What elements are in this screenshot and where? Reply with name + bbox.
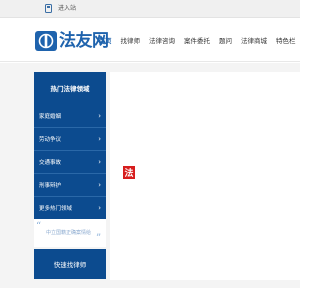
sidebar-item-label: 劳动争议 [39, 137, 62, 143]
quick-find-lawyer-button[interactable]: 快速找律师 [34, 249, 106, 279]
logo-icon[interactable] [35, 31, 57, 51]
enter-site-link[interactable]: 进入站 [58, 4, 76, 13]
sidebar-item-criminal-defense[interactable]: 刑事辩护 › [34, 173, 106, 196]
main-content [110, 72, 300, 280]
sidebar-item-label: 交通事故 [39, 160, 62, 166]
sidebar-item-label: 更多热门领域 [39, 206, 73, 212]
sidebar-title: 热门法律领域 [34, 72, 106, 104]
quote-text: 中立国籍正确案情给 [46, 230, 92, 236]
nav-item-legal-mall[interactable]: 法律商城 [237, 18, 272, 62]
chevron-right-icon: › [98, 111, 101, 120]
nav-item-home[interactable]: 首页 [94, 18, 116, 62]
sidebar-item-family-marriage[interactable]: 家庭婚姻 › [34, 104, 106, 127]
nav-item-find-lawyer[interactable]: 找律师 [116, 18, 145, 62]
law-badge[interactable]: 法 [123, 166, 135, 179]
chevron-right-icon: › [98, 181, 101, 189]
nav-item-legal-consult[interactable]: 法律咨询 [145, 18, 180, 62]
chevron-right-icon: › [98, 204, 101, 212]
sidebar-item-label: 刑事辩护 [39, 183, 62, 189]
nav-item-case-entrust[interactable]: 案件委托 [180, 18, 215, 62]
sidebar-item-traffic-accident[interactable]: 交通事故 › [34, 150, 106, 173]
sidebar-quote: “ 中立国籍正确案情给 ” [34, 219, 106, 247]
sidebar-item-more-areas[interactable]: 更多热门领域 › [34, 196, 106, 219]
sidebar-list: 家庭婚姻 › 劳动争议 › 交通事故 › 刑事辩护 › 更多热门领域 › [34, 104, 106, 219]
chevron-right-icon: › [98, 135, 101, 143]
top-bar: 进入站 [0, 0, 300, 18]
sidebar: 热门法律领域 家庭婚姻 › 劳动争议 › 交通事故 › 刑事辩护 › 更多热门领… [34, 72, 106, 279]
main-nav: 首页 找律师 法律咨询 案件委托 题问 法律商城 特色栏 [94, 18, 300, 62]
sidebar-item-labor-dispute[interactable]: 劳动争议 › [34, 127, 106, 150]
nav-item-questions[interactable]: 题问 [215, 18, 237, 62]
open-quote-icon: “ [36, 221, 42, 232]
close-quote-icon: ” [96, 233, 102, 244]
chevron-right-icon: › [98, 158, 101, 166]
nav-item-featured[interactable]: 特色栏 [272, 18, 301, 62]
bottom-content [34, 290, 300, 300]
sidebar-item-label: 家庭婚姻 [39, 113, 62, 120]
home-icon[interactable] [45, 4, 52, 13]
